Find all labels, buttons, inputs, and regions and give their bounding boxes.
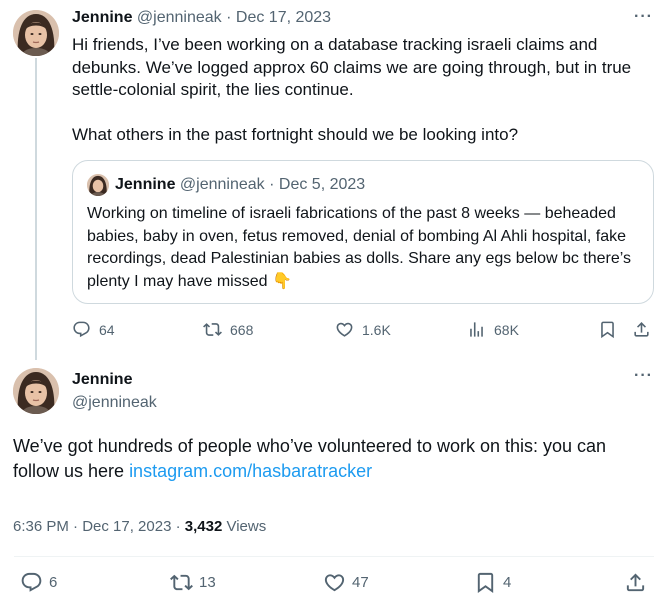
- quote-author-name: Jennine: [115, 176, 176, 193]
- like-button[interactable]: 47: [323, 571, 369, 594]
- reply-button[interactable]: 6: [20, 571, 57, 594]
- heart-icon: [336, 322, 353, 337]
- share-button[interactable]: [632, 320, 651, 339]
- quote-avatar-image: [87, 174, 109, 196]
- quote-text: Working on timeline of israeli fabricati…: [87, 203, 639, 293]
- more-options-icon[interactable]: ···: [634, 8, 653, 26]
- reply-count: 6: [49, 574, 58, 591]
- reply-icon: [21, 572, 42, 592]
- tweet-timestamp-row: 6:36 PM · Dec 17, 2023 · 3,432 Views: [13, 518, 266, 535]
- reply-button[interactable]: 64: [72, 320, 115, 339]
- quote-author-handle: @jennineak: [179, 176, 265, 193]
- retweet-button[interactable]: 13: [170, 571, 216, 594]
- bookmark-icon: [601, 321, 614, 339]
- quoted-tweet[interactable]: Jennine @jennineak · Dec 5, 2023 Working…: [72, 160, 654, 304]
- divider: [14, 556, 654, 557]
- tweet-date[interactable]: · Dec 17, 2023: [226, 9, 331, 26]
- avatar[interactable]: [13, 10, 59, 56]
- share-button[interactable]: [624, 571, 647, 594]
- timestamp[interactable]: 6:36 PM · Dec 17, 2023 ·: [13, 518, 185, 535]
- avatar-image: [13, 368, 59, 414]
- bookmark-button[interactable]: 4: [474, 571, 511, 594]
- thread-connector-line: [35, 58, 37, 360]
- retweet-icon: [170, 574, 193, 591]
- quote-date: · Dec 5, 2023: [269, 176, 366, 193]
- bookmark-button[interactable]: [598, 320, 617, 339]
- views-count: 3,432: [184, 518, 223, 535]
- reply-count: 64: [99, 321, 115, 338]
- heart-icon: [324, 574, 345, 592]
- tweet-text: Hi friends, I’ve been working on a datab…: [72, 35, 632, 144]
- share-icon: [634, 322, 649, 337]
- like-count: 1.6K: [362, 321, 391, 338]
- reply-icon: [73, 321, 90, 338]
- more-options-icon[interactable]: ···: [634, 367, 653, 385]
- analytics-icon: [470, 322, 483, 337]
- instagram-link[interactable]: instagram.com/hasbaratracker: [129, 461, 372, 481]
- quote-avatar: [87, 174, 109, 196]
- retweet-icon: [203, 323, 222, 336]
- quote-header: Jennine @jennineak · Dec 5, 2023: [115, 176, 365, 194]
- retweet-count: 668: [230, 321, 254, 338]
- like-count: 47: [352, 574, 369, 591]
- like-button[interactable]: 1.6K: [335, 320, 391, 339]
- retweet-count: 13: [199, 574, 216, 591]
- avatar-image: [13, 10, 59, 56]
- author-name[interactable]: Jennine: [72, 371, 132, 389]
- bookmark-count: 4: [503, 574, 512, 591]
- views-label: Views: [222, 518, 267, 535]
- views-button[interactable]: 68K: [467, 320, 519, 339]
- views-count: 68K: [494, 321, 519, 338]
- tweet-header: Jennine @jennineak · Dec 17, 2023: [72, 9, 331, 27]
- avatar[interactable]: [13, 368, 59, 414]
- quote-body: Working on timeline of israeli fabricati…: [87, 205, 632, 290]
- pointing-down-emoji: 👇: [271, 272, 292, 290]
- author-handle[interactable]: @jennineak: [137, 9, 222, 26]
- bookmark-icon: [477, 572, 494, 593]
- share-icon: [626, 573, 645, 592]
- author-handle[interactable]: @jennineak: [72, 394, 157, 412]
- retweet-button[interactable]: 668: [203, 320, 253, 339]
- author-name[interactable]: Jennine: [72, 9, 132, 26]
- tweet-text: We’ve got hundreds of people who’ve volu…: [13, 434, 653, 484]
